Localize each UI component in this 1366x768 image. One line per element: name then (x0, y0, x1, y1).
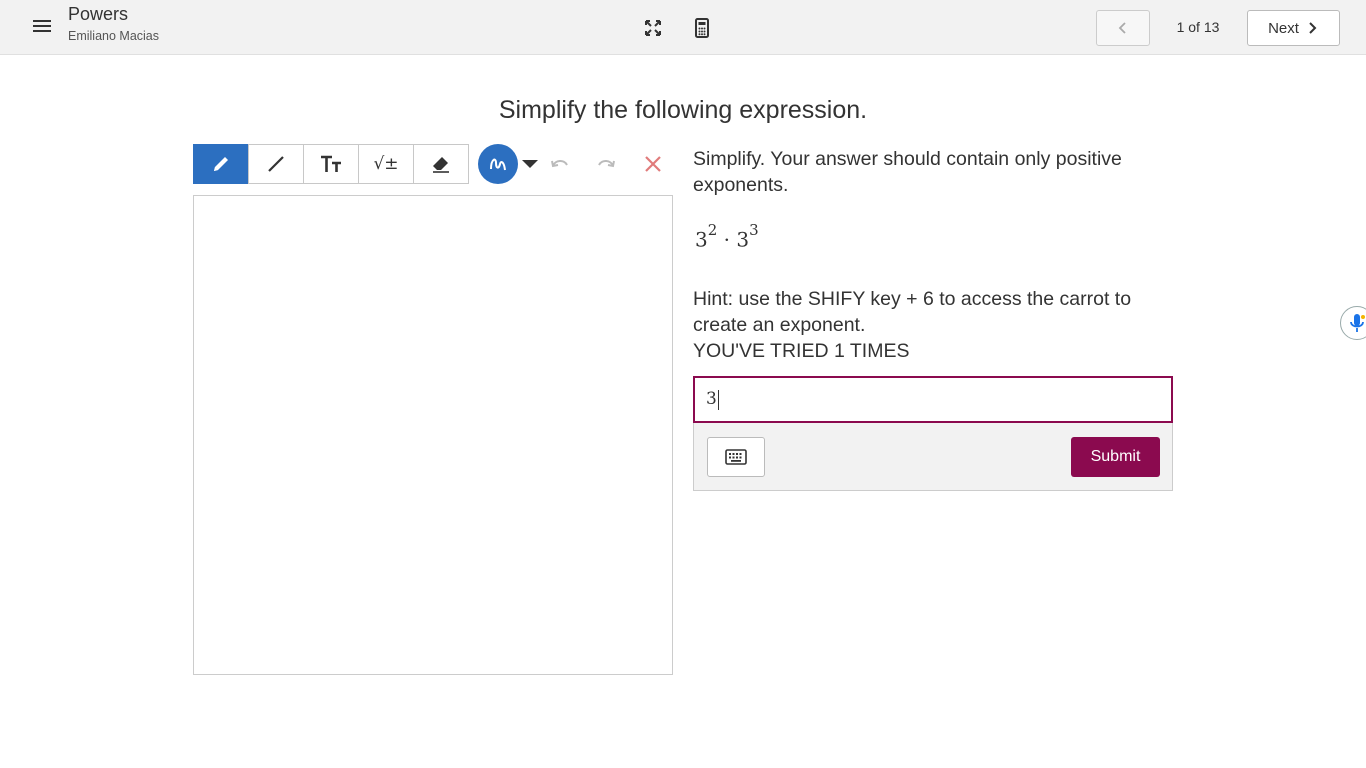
expression-exponent-2: 3 (749, 221, 759, 239)
hint-block: Hint: use the SHIFY key + 6 to access th… (693, 286, 1173, 364)
chevron-down-icon[interactable] (522, 160, 538, 168)
eraser-tool-button[interactable] (413, 144, 469, 184)
submit-button[interactable]: Submit (1071, 437, 1160, 477)
close-icon[interactable] (641, 152, 665, 176)
drawing-toolbar: √± (193, 144, 469, 184)
text-cursor (717, 389, 719, 410)
line-icon (268, 156, 284, 172)
drawing-canvas[interactable] (193, 195, 673, 675)
math-icon: √± (373, 154, 399, 174)
chevron-left-icon (1118, 22, 1126, 34)
hint-text: Hint: use the SHIFY key + 6 to access th… (693, 288, 1132, 336)
keyboard-icon (725, 449, 747, 465)
next-button[interactable]: Next (1247, 10, 1340, 46)
question-prompt: Simplify. Your answer should contain onl… (693, 148, 1122, 196)
tries-counter: YOU'VE TRIED 1 TIMES (693, 340, 910, 362)
title-block: Powers Emiliano Macias (68, 4, 159, 43)
squiggle-icon (490, 158, 506, 171)
expression-base-1: 3 (695, 227, 708, 252)
math-expression: 32 · 33 (695, 221, 759, 252)
next-button-label: Next (1268, 19, 1299, 37)
undo-icon[interactable] (548, 152, 572, 176)
page-indicator: 1 of 13 (1176, 19, 1220, 35)
expression-base-2: 3 (736, 227, 750, 252)
expression-exponent-1: 2 (707, 221, 718, 239)
line-tool-button[interactable] (248, 144, 304, 184)
expression-operator: · (723, 227, 730, 252)
answer-input[interactable]: 3 (693, 376, 1173, 423)
math-tool-button[interactable]: √± (358, 144, 414, 184)
pencil-icon (214, 157, 228, 171)
top-bar: Powers Emiliano Macias 1 of 13 Next (0, 0, 1366, 55)
math-keyboard-button[interactable] (707, 437, 765, 477)
assignment-title: Powers (68, 4, 129, 24)
student-name: Emiliano Macias (68, 29, 160, 43)
chevron-right-icon (1309, 22, 1317, 34)
menu-icon[interactable] (30, 17, 54, 37)
previous-button[interactable] (1096, 10, 1150, 46)
eraser-icon (433, 157, 449, 173)
microphone-icon[interactable] (1340, 306, 1366, 340)
redo-icon[interactable] (594, 152, 618, 176)
text-icon (321, 155, 341, 172)
stroke-style-button[interactable] (478, 144, 518, 184)
calculator-icon[interactable] (690, 16, 714, 40)
question-heading: Simplify the following expression. (498, 96, 868, 124)
fullscreen-icon[interactable] (641, 16, 665, 40)
text-tool-button[interactable] (303, 144, 359, 184)
answer-value: 3 (706, 389, 717, 409)
answer-panel: 3 Submit (693, 376, 1173, 491)
pencil-tool-button[interactable] (193, 144, 249, 184)
